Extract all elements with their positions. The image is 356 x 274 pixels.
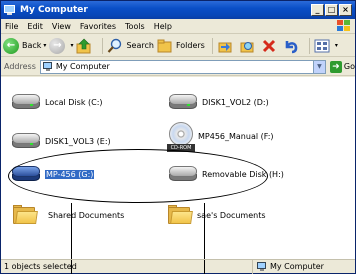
views-button[interactable]: ▾ <box>314 36 338 56</box>
move-to-button[interactable] <box>217 36 236 56</box>
go-label: Go <box>343 62 355 71</box>
hard-disk-icon <box>167 91 199 113</box>
folder-item-user[interactable]: sae's Documents <box>167 205 266 225</box>
folder-icon <box>12 205 38 225</box>
drive-item-f[interactable]: CD-ROM MP456_Manual (F:) <box>167 122 274 154</box>
drive-label: Removable Disk (H:) <box>202 169 284 179</box>
menu-favorites[interactable]: Favorites <box>80 22 116 31</box>
removable-disk-icon <box>167 163 199 185</box>
up-folder-icon <box>76 38 92 54</box>
menu-help[interactable]: Help <box>154 22 172 31</box>
title-bar[interactable]: My Computer _ □ × <box>1 1 355 19</box>
status-bar: 1 objects selected My Computer <box>1 259 355 274</box>
address-label: Address <box>4 62 36 71</box>
drive-label: MP456_Manual (F:) <box>198 131 274 141</box>
toolbar-separator <box>308 37 310 54</box>
undo-icon <box>283 38 299 54</box>
hard-disk-icon <box>10 130 42 152</box>
folders-icon <box>157 38 173 54</box>
back-arrow-icon: ← <box>3 37 19 54</box>
toolbar-separator <box>102 37 104 54</box>
move-to-icon <box>217 38 233 54</box>
removable-drive-icon <box>10 163 42 185</box>
drive-item-c[interactable]: Local Disk (C:) <box>10 91 103 113</box>
file-view[interactable]: Local Disk (C:) DISK1_VOL2 (D:) DISK1_VO… <box>1 77 355 259</box>
go-button[interactable]: ➜ Go <box>329 60 355 73</box>
back-dropdown-icon[interactable]: ▾ <box>43 42 46 49</box>
address-dropdown-icon[interactable]: ▼ <box>312 60 325 73</box>
up-button[interactable] <box>76 36 95 56</box>
copy-to-icon <box>239 38 255 54</box>
back-button[interactable]: ← Back ▾ <box>3 36 46 56</box>
forward-arrow-icon: → <box>49 37 66 54</box>
hard-disk-icon <box>10 91 42 113</box>
my-computer-icon <box>4 4 16 16</box>
status-selection: 1 objects selected <box>1 259 253 274</box>
go-arrow-icon: ➜ <box>329 60 342 73</box>
drive-label: DISK1_VOL2 (D:) <box>202 97 269 107</box>
window-title: My Computer <box>20 5 88 15</box>
menu-edit[interactable]: Edit <box>27 22 43 31</box>
drive-label: DISK1_VOL3 (E:) <box>45 136 111 146</box>
drive-label-selected: MP-456 (G:) <box>45 169 95 179</box>
status-location: My Computer <box>253 262 324 271</box>
folder-item-shared[interactable]: Shared Documents <box>12 205 124 225</box>
menu-file[interactable]: File <box>5 22 18 31</box>
drive-item-e[interactable]: DISK1_VOL3 (E:) <box>10 130 111 152</box>
drive-item-h[interactable]: Removable Disk (H:) <box>167 163 284 185</box>
address-input[interactable]: My Computer ▼ <box>39 59 326 74</box>
folder-icon <box>167 205 193 225</box>
search-button[interactable]: Search <box>107 36 154 56</box>
folders-button[interactable]: Folders <box>157 36 205 56</box>
minimize-button[interactable]: _ <box>311 4 324 16</box>
forward-button[interactable]: → ▾ <box>49 36 73 56</box>
menu-bar: File Edit View Favorites Tools Help <box>1 19 355 34</box>
maximize-button[interactable]: □ <box>325 4 338 16</box>
cd-rom-icon: CD-ROM <box>167 122 195 154</box>
views-icon <box>314 38 330 54</box>
copy-to-button[interactable] <box>239 36 258 56</box>
folder-label: Shared Documents <box>48 210 125 220</box>
close-button[interactable]: × <box>339 4 352 16</box>
status-location-label: My Computer <box>270 262 324 271</box>
back-label: Back <box>22 41 42 50</box>
drive-item-g[interactable]: MP-456 (G:) <box>10 163 95 185</box>
toolbar-separator <box>211 37 213 54</box>
delete-x-icon <box>261 38 277 54</box>
toolbar: ← Back ▾ → ▾ Search Folders ▾ <box>1 35 355 57</box>
search-label: Search <box>126 41 154 50</box>
forward-dropdown-icon[interactable]: ▾ <box>70 42 73 49</box>
search-icon <box>107 38 123 54</box>
menu-tools[interactable]: Tools <box>125 22 145 31</box>
window-controls: _ □ × <box>311 4 352 16</box>
windows-logo-icon <box>337 20 351 32</box>
my-computer-small-icon <box>42 62 53 71</box>
views-dropdown-icon[interactable]: ▾ <box>335 42 338 49</box>
undo-button[interactable] <box>283 36 302 56</box>
folders-label: Folders <box>175 41 205 50</box>
menu-view[interactable]: View <box>52 22 71 31</box>
drive-label: Local Disk (C:) <box>45 97 103 107</box>
address-bar: Address My Computer ▼ ➜ Go <box>1 58 355 76</box>
my-computer-status-icon <box>257 262 267 271</box>
cd-rom-tag: CD-ROM <box>167 144 195 152</box>
folder-label: sae's Documents <box>197 210 266 220</box>
delete-button[interactable] <box>261 36 280 56</box>
explorer-window: My Computer _ □ × File Edit View Favorit… <box>0 0 356 274</box>
address-value: My Computer <box>55 62 110 71</box>
drive-item-d[interactable]: DISK1_VOL2 (D:) <box>167 91 269 113</box>
